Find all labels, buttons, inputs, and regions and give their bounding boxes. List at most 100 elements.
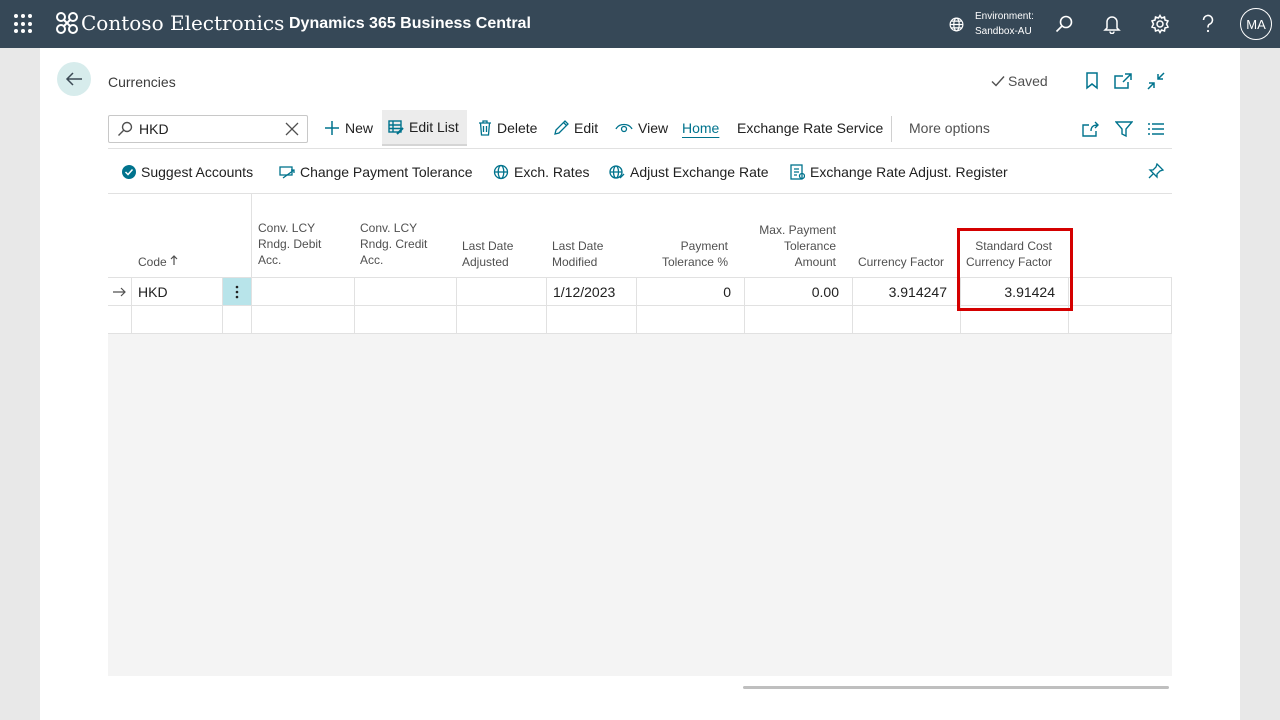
row-actions-cell bbox=[223, 306, 252, 334]
column-header-line: Tolerance bbox=[783, 239, 836, 253]
back-button[interactable] bbox=[57, 62, 91, 96]
column-header-payment-tolerance[interactable]: Payment Tolerance % bbox=[644, 238, 728, 270]
environment-label: Environment: bbox=[975, 11, 1034, 22]
more-vertical-icon bbox=[235, 285, 239, 298]
globe-icon bbox=[493, 164, 509, 180]
cell-payment-tolerance[interactable]: 0 bbox=[637, 278, 745, 306]
tab-exchange-rate-service[interactable]: Exchange Rate Service bbox=[731, 110, 889, 146]
column-header-line: Tolerance % bbox=[661, 255, 728, 269]
row-actions-button[interactable] bbox=[223, 278, 252, 306]
tab-home[interactable]: Home bbox=[676, 110, 725, 146]
column-header-last-date-modified[interactable]: Last Date Modified bbox=[552, 238, 603, 270]
check-circle-icon bbox=[122, 165, 136, 179]
column-header-line: Modified bbox=[552, 255, 598, 269]
row-indicator bbox=[108, 306, 132, 334]
open-new-window-icon[interactable] bbox=[1114, 72, 1132, 90]
search-icon bbox=[118, 121, 133, 136]
register-icon bbox=[790, 164, 805, 180]
bell-icon[interactable] bbox=[1100, 12, 1124, 36]
top-bar: Contoso Electronics Dynamics 365 Busines… bbox=[0, 0, 1280, 48]
share-icon[interactable] bbox=[1082, 120, 1100, 138]
column-header-conv-lcy-credit[interactable]: Conv. LCY Rndg. Credit Acc. bbox=[360, 220, 427, 268]
search-box[interactable] bbox=[108, 115, 308, 143]
cell-max-payment-tolerance[interactable]: 0.00 bbox=[745, 278, 853, 306]
edit-list-label: Edit List bbox=[409, 119, 459, 135]
cell-currency-factor[interactable] bbox=[853, 306, 961, 334]
trash-icon bbox=[479, 120, 491, 136]
exch-rates-button[interactable]: Exch. Rates bbox=[493, 160, 589, 184]
product-name: Dynamics 365 Business Central bbox=[289, 15, 531, 32]
help-icon[interactable] bbox=[1196, 12, 1220, 36]
edit-button[interactable]: Edit bbox=[547, 110, 604, 146]
exchange-rate-adjust-register-button[interactable]: Exchange Rate Adjust. Register bbox=[790, 160, 1008, 184]
globe-icon bbox=[949, 17, 964, 31]
divider bbox=[108, 148, 1172, 149]
grid-empty-area bbox=[108, 334, 1172, 676]
delete-button[interactable]: Delete bbox=[472, 110, 543, 146]
list-view-icon[interactable] bbox=[1147, 120, 1165, 138]
cell-conv-lcy-debit[interactable] bbox=[252, 306, 355, 334]
column-header-last-date-adjusted[interactable]: Last Date Adjusted bbox=[462, 238, 513, 270]
app-launcher-icon[interactable] bbox=[14, 14, 34, 34]
sort-ascending-icon bbox=[170, 255, 178, 265]
column-header-currency-factor[interactable]: Currency Factor bbox=[852, 254, 944, 270]
cell-currency-factor[interactable]: 3.914247 bbox=[853, 278, 961, 306]
column-header-line: Rndg. Debit bbox=[258, 237, 322, 251]
divider bbox=[891, 116, 892, 142]
row-indicator[interactable] bbox=[108, 278, 132, 306]
suggest-accounts-button[interactable]: Suggest Accounts bbox=[122, 160, 253, 184]
saved-label: Saved bbox=[1008, 73, 1048, 89]
new-button[interactable]: New bbox=[318, 110, 379, 146]
column-header-line: Acc. bbox=[258, 253, 282, 267]
column-header-line: Conv. LCY bbox=[360, 221, 418, 235]
view-label: View bbox=[638, 120, 669, 136]
delete-label: Delete bbox=[497, 120, 538, 136]
edit-list-button[interactable]: Edit List bbox=[382, 110, 467, 146]
column-header-line: Max. Payment bbox=[759, 223, 836, 237]
column-header-line: Conv. LCY bbox=[258, 221, 316, 235]
change-payment-tolerance-button[interactable]: Change Payment Tolerance bbox=[279, 160, 473, 184]
cell-last-date-modified[interactable] bbox=[547, 306, 637, 334]
highlight-box bbox=[957, 228, 1073, 311]
suggest-accounts-label: Suggest Accounts bbox=[141, 164, 254, 180]
cell-conv-lcy-credit[interactable] bbox=[355, 306, 457, 334]
cell-last-date-adjusted[interactable] bbox=[457, 306, 547, 334]
column-header-code[interactable]: Code bbox=[138, 254, 178, 270]
view-button[interactable]: View bbox=[609, 110, 674, 146]
check-icon bbox=[991, 76, 1005, 87]
arrow-right-icon bbox=[113, 287, 126, 296]
search-input[interactable] bbox=[139, 121, 269, 137]
horizontal-scrollbar[interactable] bbox=[743, 686, 1169, 689]
gear-icon[interactable] bbox=[1148, 12, 1172, 36]
brand-name: Contoso Electronics bbox=[81, 11, 285, 35]
page-title: Currencies bbox=[108, 74, 176, 90]
filter-icon[interactable] bbox=[1115, 120, 1133, 138]
brand[interactable]: Contoso Electronics bbox=[55, 11, 284, 35]
globe-adjust-icon bbox=[609, 165, 625, 179]
pin-icon[interactable] bbox=[1147, 162, 1165, 180]
cell-payment-tolerance[interactable] bbox=[637, 306, 745, 334]
collapse-icon[interactable] bbox=[1147, 72, 1165, 90]
more-options-button[interactable]: More options bbox=[903, 110, 996, 146]
user-avatar[interactable]: MA bbox=[1240, 8, 1272, 40]
adjust-exchange-rate-button[interactable]: Adjust Exchange Rate bbox=[609, 160, 769, 184]
column-header-max-payment-tolerance[interactable]: Max. Payment Tolerance Amount bbox=[744, 222, 836, 270]
cell-empty bbox=[1069, 278, 1172, 306]
bookmark-icon[interactable] bbox=[1083, 72, 1101, 90]
column-header-line: Rndg. Credit bbox=[360, 237, 428, 251]
change-payment-tolerance-label: Change Payment Tolerance bbox=[300, 164, 473, 180]
cell-max-payment-tolerance[interactable] bbox=[745, 306, 853, 334]
search-icon[interactable] bbox=[1052, 12, 1076, 36]
cell-conv-lcy-debit[interactable] bbox=[252, 278, 355, 306]
close-icon[interactable] bbox=[285, 122, 299, 136]
cell-last-date-adjusted[interactable] bbox=[457, 278, 547, 306]
column-header-line: Amount bbox=[794, 255, 836, 269]
column-header-line: Last Date bbox=[552, 239, 604, 253]
cell-conv-lcy-credit[interactable] bbox=[355, 278, 457, 306]
pencil-icon bbox=[554, 120, 569, 135]
cell-code[interactable] bbox=[132, 306, 223, 334]
cell-last-date-modified[interactable]: 1/12/2023 bbox=[547, 278, 637, 306]
cell-code[interactable]: HKD bbox=[132, 278, 223, 306]
environment-indicator[interactable]: Environment: Sandbox-AU bbox=[948, 9, 1034, 39]
column-header-conv-lcy-debit[interactable]: Conv. LCY Rndg. Debit Acc. bbox=[258, 220, 321, 268]
